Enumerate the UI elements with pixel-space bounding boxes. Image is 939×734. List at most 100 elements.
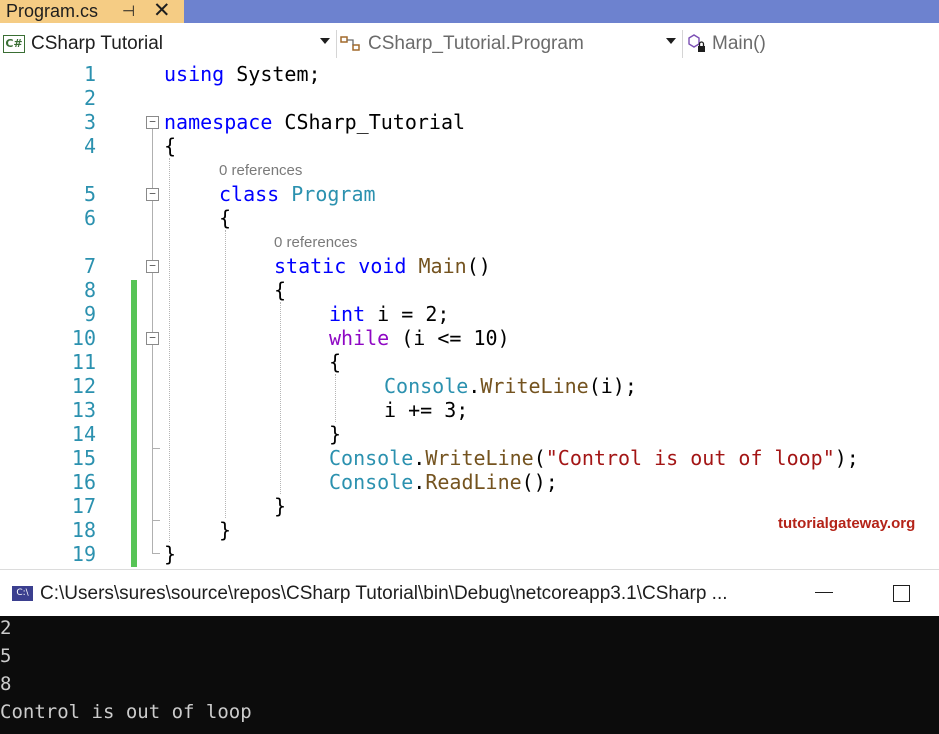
code-line-6: { [219, 206, 231, 230]
class-icon [340, 36, 360, 51]
console-app-icon: C:\ [12, 586, 33, 601]
console-window: C:\ C:\Users\sures\source\repos\CSharp T… [0, 569, 939, 734]
line-number: 5 [83, 182, 96, 206]
keyword-int: int [329, 302, 366, 326]
class-name: Program [279, 182, 376, 206]
code-text: i += 3; [384, 398, 469, 422]
type-console: Console [384, 374, 469, 398]
indent-guide [335, 374, 336, 422]
indent-guide [169, 158, 170, 542]
line-number: 7 [83, 254, 96, 278]
code-line-16: Console.ReadLine(); [329, 470, 558, 494]
code-text: . [468, 374, 481, 398]
project-dropdown[interactable]: C# CSharp Tutorial [3, 30, 337, 58]
type-dropdown-label: CSharp_Tutorial.Program [368, 33, 584, 54]
indent-guide [225, 230, 226, 518]
output-line: 5 [0, 645, 12, 667]
chevron-down-icon[interactable] [320, 38, 330, 44]
tab-title: Program.cs [6, 1, 99, 21]
brace: { [219, 206, 232, 230]
line-number: 1 [83, 62, 96, 86]
code-line-10: while (i <= 10) [329, 326, 510, 350]
code-line-1: using System; [164, 62, 321, 86]
member-dropdown[interactable]: Main() [686, 30, 939, 58]
keyword-static: static [274, 254, 347, 278]
brace: { [164, 134, 177, 158]
tab-program-cs[interactable]: Program.cs ⊣ ✕ [0, 0, 184, 23]
project-dropdown-label: CSharp Tutorial [31, 33, 164, 54]
brace: } [329, 422, 342, 446]
line-number: 14 [71, 422, 96, 446]
code-text: ( [533, 446, 546, 470]
code-line-13: i += 3; [384, 398, 468, 422]
code-text: . [413, 446, 426, 470]
code-line-8: { [274, 278, 286, 302]
method-readline: ReadLine [425, 470, 522, 494]
outline-end-mark [152, 520, 160, 521]
code-line-14: } [329, 422, 341, 446]
change-indicator-bar [131, 280, 137, 567]
method-lock-icon [688, 34, 705, 52]
csharp-project-icon: C# [3, 35, 25, 53]
code-text: ); [834, 446, 859, 470]
minimize-button[interactable] [815, 592, 833, 593]
line-number: 16 [71, 470, 96, 494]
collapse-namespace-icon[interactable]: − [146, 116, 159, 129]
type-console: Console [329, 470, 414, 494]
line-number: 19 [71, 542, 96, 566]
code-text: () [466, 254, 491, 278]
brace: } [164, 542, 177, 566]
codelens-references[interactable]: 0 references [274, 234, 357, 251]
collapse-method-icon[interactable]: − [146, 260, 159, 273]
keyword-while: while [329, 326, 390, 350]
code-line-18: } [219, 518, 231, 542]
pin-icon[interactable]: ⊣ [122, 2, 135, 20]
line-number: 4 [83, 134, 96, 158]
code-text: (i); [588, 374, 637, 398]
code-line-9: int i = 2; [329, 302, 449, 326]
member-dropdown-label: Main() [712, 33, 766, 54]
output-line: 8 [0, 673, 12, 695]
brace: } [274, 494, 287, 518]
code-editor[interactable]: 1 2 3 4 5 6 7 8 9 10 11 12 13 14 15 16 1… [0, 62, 939, 569]
keyword-using: using [164, 62, 225, 86]
chevron-down-icon[interactable] [666, 38, 676, 44]
keyword-void: void [346, 254, 407, 278]
collapse-while-icon[interactable]: − [146, 332, 159, 345]
code-text: (i <= 10) [389, 326, 510, 350]
line-number: 3 [83, 110, 96, 134]
line-number: 18 [71, 518, 96, 542]
brace: { [274, 278, 287, 302]
line-number: 12 [71, 374, 96, 398]
code-line-17: } [274, 494, 286, 518]
type-dropdown[interactable]: CSharp_Tutorial.Program [340, 30, 683, 58]
code-line-7: static void Main() [274, 254, 491, 278]
code-text: (); [521, 470, 558, 494]
line-number: 17 [71, 494, 96, 518]
line-number: 9 [83, 302, 96, 326]
code-line-11: { [329, 350, 341, 374]
line-number: 15 [71, 446, 96, 470]
codelens-references[interactable]: 0 references [219, 162, 302, 179]
maximize-button[interactable] [893, 585, 910, 602]
line-number: 6 [83, 206, 96, 230]
line-number: 11 [71, 350, 96, 374]
line-number: 2 [83, 86, 96, 110]
code-line-3: namespace CSharp_Tutorial [164, 110, 465, 134]
method-name: Main [406, 254, 467, 278]
collapse-class-icon[interactable]: − [146, 188, 159, 201]
console-title-bar[interactable]: C:\ C:\Users\sures\source\repos\CSharp T… [0, 569, 939, 617]
brace: { [329, 350, 342, 374]
type-console: Console [329, 446, 414, 470]
close-icon[interactable]: ✕ [153, 0, 171, 23]
watermark-logo: tutorialgateway.org [778, 515, 916, 532]
brace: } [219, 518, 232, 542]
string-literal: "Control is out of loop" [545, 446, 835, 470]
code-line-4: { [164, 134, 176, 158]
output-line: 2 [0, 617, 12, 639]
navigation-bar: C# CSharp Tutorial CSharp_Tutorial.Progr… [0, 23, 939, 63]
method-writeline: WriteLine [480, 374, 589, 398]
console-title: C:\Users\sures\source\repos\CSharp Tutor… [40, 583, 728, 604]
console-output: 2 5 8 Control is out of loop [0, 616, 939, 734]
keyword-class: class [219, 182, 280, 206]
